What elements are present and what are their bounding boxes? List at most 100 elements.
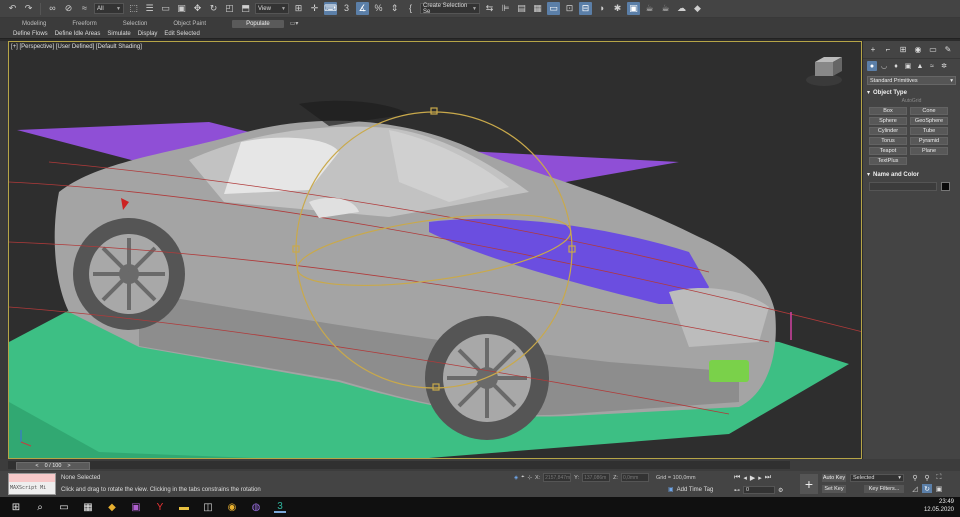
motion-tab-icon[interactable]: ◉ <box>912 45 924 54</box>
tab-freeform[interactable]: Freeform <box>72 21 96 27</box>
tab-populate[interactable]: Populate <box>232 19 284 28</box>
y-coord-field[interactable]: 137,086m <box>582 473 611 482</box>
spinner-snap-icon[interactable]: ⇕ <box>388 2 401 15</box>
add-time-tag[interactable]: ▣ Add Time Tag <box>668 486 713 494</box>
bind-spacewarp-icon[interactable]: ≈ <box>78 2 91 15</box>
3dsmax-icon[interactable]: 3 <box>274 501 286 513</box>
windows-start-icon[interactable]: ⊞ <box>10 501 22 513</box>
curve-editor-icon[interactable]: ⊡ <box>563 2 576 15</box>
modify-tab-icon[interactable]: ⌐ <box>882 45 894 54</box>
object-name-field[interactable] <box>869 182 937 191</box>
ribbon-options-icon[interactable]: ▭▾ <box>290 20 299 27</box>
file-explorer-icon[interactable]: ▬ <box>178 501 190 513</box>
name-color-rollout[interactable]: ▾ Name and Color <box>867 171 956 179</box>
go-to-start-icon[interactable]: ⏮ <box>734 474 740 482</box>
textplus-button[interactable]: TextPlus <box>869 157 907 165</box>
selection-lock-icon[interactable]: ⌖ <box>521 474 524 481</box>
scene-explorer-icon[interactable]: ▤ <box>515 2 528 15</box>
torus-button[interactable]: Torus <box>869 137 907 145</box>
zoom-all-icon[interactable]: ⚲ <box>922 473 932 482</box>
edit-named-selection-icon[interactable]: { <box>404 2 417 15</box>
next-frame-icon[interactable]: > <box>67 463 70 469</box>
auto-key-button[interactable]: Auto Key <box>822 474 846 482</box>
orbit-icon[interactable]: ↻ <box>922 484 932 493</box>
unlink-icon[interactable]: ⊘ <box>62 2 75 15</box>
key-mode-icon[interactable]: ⊷ <box>734 487 740 494</box>
chrome-icon[interactable]: ◉ <box>226 501 238 513</box>
mirror-icon[interactable]: ⇆ <box>483 2 496 15</box>
autogrid-checkbox[interactable]: AutoGrid <box>867 98 956 104</box>
prev-frame-icon[interactable]: < <box>35 463 38 469</box>
set-keys-icon[interactable]: + <box>800 474 818 494</box>
select-object-icon[interactable]: ⬚ <box>127 2 140 15</box>
zoom-extents-icon[interactable]: ⛶ <box>934 473 944 482</box>
render-production-icon[interactable]: ☕ <box>643 2 656 15</box>
set-key-button[interactable]: Set Key <box>822 485 846 493</box>
geometry-icon[interactable]: ● <box>867 61 877 71</box>
maxscript-output[interactable] <box>9 474 55 482</box>
rendered-frame-icon[interactable]: ▣ <box>627 2 640 15</box>
object-type-rollout[interactable]: ▾ Object Type <box>867 89 956 97</box>
subtab-edit-selected[interactable]: Edit Selected <box>164 31 199 37</box>
geosphere-button[interactable]: GeoSphere <box>910 117 948 125</box>
plane-button[interactable]: Plane <box>910 147 948 155</box>
go-to-end-icon[interactable]: ⏭ <box>765 474 771 482</box>
named-selection-dropdown[interactable]: Create Selection Se ▼ <box>420 3 480 15</box>
scale-icon[interactable]: ◰ <box>223 2 236 15</box>
perspective-viewport[interactable]: [+] [Perspective] [User Defined] [Defaul… <box>8 41 862 459</box>
subtab-define-flows[interactable]: Define Flows <box>13 31 48 37</box>
tab-selection[interactable]: Selection <box>123 21 148 27</box>
x-coord-field[interactable]: 2157,847m <box>543 473 572 482</box>
undo-icon[interactable]: ↶ <box>6 2 19 15</box>
material-editor-icon[interactable]: ◑ <box>595 2 608 15</box>
maxscript-listener[interactable]: MAXScript Mi <box>8 473 56 495</box>
tube-button[interactable]: Tube <box>910 127 948 135</box>
disk-icon[interactable]: ▣ <box>130 501 142 513</box>
helpers-icon[interactable]: ▲ <box>915 61 925 71</box>
time-slider-thumb[interactable]: < 0 / 100 > <box>16 462 90 470</box>
viewport-label[interactable]: [+] [Perspective] [User Defined] [Defaul… <box>11 44 142 50</box>
yandex-browser-icon[interactable]: Y <box>154 501 166 513</box>
key-filters-button[interactable]: Key Filters... <box>864 485 904 493</box>
object-color-swatch[interactable] <box>941 182 950 191</box>
current-frame-field[interactable]: 0 <box>743 486 775 494</box>
window-crossing-icon[interactable]: ▣ <box>175 2 188 15</box>
sphere-button[interactable]: Sphere <box>869 117 907 125</box>
field-of-view-icon[interactable]: ◿ <box>910 484 920 493</box>
cameras-icon[interactable]: ▣ <box>903 61 913 71</box>
move-icon[interactable]: ✥ <box>191 2 204 15</box>
absolute-mode-icon[interactable]: ⊹ <box>527 475 532 481</box>
create-tab-icon[interactable]: + <box>867 45 879 54</box>
teapot-button[interactable]: Teapot <box>869 147 907 155</box>
shapes-icon[interactable]: ◡ <box>879 61 889 71</box>
selection-filter-dropdown[interactable]: All ▼ <box>94 3 124 14</box>
subtab-simulate[interactable]: Simulate <box>107 31 130 37</box>
render-iterative-icon[interactable]: ☕ <box>659 2 672 15</box>
percent-snap-icon[interactable]: % <box>372 2 385 15</box>
subtab-display[interactable]: Display <box>138 31 158 37</box>
select-manipulate-icon[interactable]: ✛ <box>308 2 321 15</box>
placement-icon[interactable]: ⬒ <box>239 2 252 15</box>
subtab-define-idle-areas[interactable]: Define Idle Areas <box>55 31 101 37</box>
viber-icon[interactable]: ◍ <box>250 501 262 513</box>
rotate-icon[interactable]: ↻ <box>207 2 220 15</box>
align-icon[interactable]: ⊫ <box>499 2 512 15</box>
primitive-type-dropdown[interactable]: Standard Primitives ▾ <box>867 76 956 85</box>
ribbon-toggle-icon[interactable]: ▭ <box>547 2 560 15</box>
display-tab-icon[interactable]: ▭ <box>927 45 939 54</box>
isolate-selection-icon[interactable]: ◈ <box>514 475 518 481</box>
box-button[interactable]: Box <box>869 107 907 115</box>
media-icon[interactable]: ◫ <box>202 501 214 513</box>
system-clock[interactable]: 23:49 12.05.2020 <box>924 498 954 514</box>
reference-coord-dropdown[interactable]: View ▼ <box>255 3 289 14</box>
layer-explorer-icon[interactable]: ▦ <box>531 2 544 15</box>
app-icon[interactable]: ◆ <box>106 501 118 513</box>
time-slider[interactable]: < 0 / 100 > <box>8 461 790 470</box>
next-key-icon[interactable]: ▸ <box>758 474 762 482</box>
maximize-viewport-icon[interactable]: ▣ <box>934 484 944 493</box>
key-selection-dropdown[interactable]: Selected ▾ <box>850 474 904 482</box>
keyboard-shortcut-override-icon[interactable]: ⌨ <box>324 2 337 15</box>
time-config-icon[interactable]: ⚙ <box>778 487 783 494</box>
maxscript-input[interactable]: MAXScript Mi <box>9 482 55 494</box>
systems-icon[interactable]: ✲ <box>939 61 949 71</box>
